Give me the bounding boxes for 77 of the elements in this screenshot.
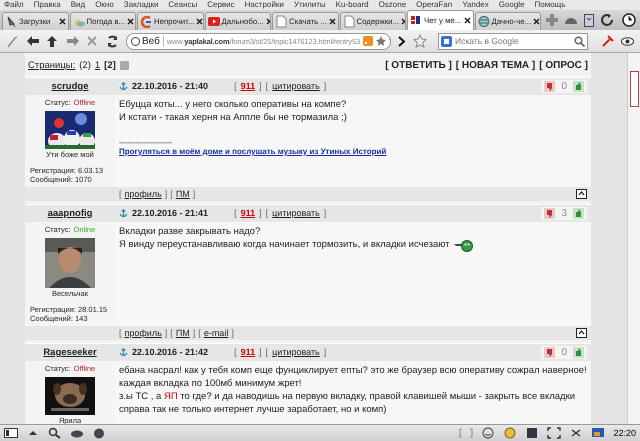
rating-widget: 0 <box>541 346 587 359</box>
post-text: ебана насрал! как у тебя комп еще фунциклирует епты? это же браузер всю оперативу сожрал наверное! <box>119 364 587 377</box>
bracket-text: [ <box>266 81 268 92</box>
bracket-text: ] <box>259 347 262 358</box>
bracket-text: ] <box>324 81 326 92</box>
bracket-text: [ <box>119 328 122 338</box>
menu-item[interactable]: Файл <box>4 0 24 10</box>
bracket-text: [ <box>170 328 173 338</box>
menu-item[interactable]: Окно <box>95 0 114 10</box>
username-link[interactable]: scrudge <box>52 80 88 92</box>
bracket-text: ] <box>324 347 326 358</box>
signature-divider: -------------------- <box>119 138 174 147</box>
menu-item[interactable]: Утилиты <box>294 0 326 10</box>
bracket-text: ] <box>192 328 196 338</box>
post-date: 22.10.2016 - 21:42 <box>132 347 208 358</box>
post-text: Вкладки разве закрывать надо? <box>119 224 260 238</box>
page-link[interactable]: 1 <box>94 60 100 71</box>
post-text: Ебуцца коты... у него сколько оперативы на компе? <box>119 98 346 111</box>
forum-action-link[interactable]: [ ОТВЕТИТЬ ] <box>385 60 452 71</box>
menu-item[interactable]: Закладки <box>124 0 158 10</box>
profile-link[interactable]: ПМ <box>176 189 190 200</box>
bracket-text: ] <box>164 189 168 200</box>
post-number-link[interactable]: 911 <box>240 347 256 358</box>
menu-item[interactable]: Правка <box>34 0 61 10</box>
post-text: справа так не только интернет лучше заработает, но и комп) <box>119 402 386 416</box>
menu-item[interactable]: Сеансы <box>168 0 198 10</box>
profile-link[interactable]: ПМ <box>176 328 190 338</box>
post-date: 22.10.2016 - 21:40 <box>132 81 208 92</box>
menu-item[interactable]: Помощь <box>534 0 566 10</box>
post-text: И кстати - такая херня на Аппле бы не тормазила ;) <box>119 110 347 124</box>
bracket-text: [ <box>234 347 237 358</box>
page-count: (2) <box>79 60 91 71</box>
username-link[interactable]: aaapnofig <box>48 208 92 219</box>
signature-link[interactable]: Прогуляться в моём доме и послушать музыку из Утиных Историй <box>119 146 386 156</box>
bracket-text: ] <box>259 81 262 92</box>
menu-item[interactable]: Настройки <box>244 0 284 10</box>
forum-action-link[interactable]: [ НОВАЯ ТЕМА ] <box>456 60 536 71</box>
profile-link[interactable]: профиль <box>124 189 162 200</box>
bracket-text: [ <box>119 189 122 200</box>
menu-item[interactable]: Вид <box>70 0 86 10</box>
page-link[interactable]: [2] <box>104 60 116 71</box>
bracket-text: ] <box>164 328 168 338</box>
quote-link[interactable]: цитировать <box>272 347 320 358</box>
bracket-text: [ <box>266 347 268 358</box>
menu-item[interactable]: Ku-board <box>336 0 369 10</box>
menu-item[interactable]: Сервис <box>207 0 235 10</box>
pages-link[interactable]: Страницы: <box>28 60 76 71</box>
bracket-text: ] <box>231 328 234 338</box>
menu-item[interactable]: Yandex <box>462 0 489 10</box>
forum-action-link[interactable]: [ ОПРОС ] <box>539 60 588 71</box>
clock-time: 22:20 <box>613 428 636 438</box>
profile-link[interactable]: e-mail <box>204 328 228 338</box>
search-field[interactable]: Искать в Google <box>438 32 588 50</box>
bracket-text: [ <box>234 208 237 218</box>
bracket-text: [ <box>198 328 201 338</box>
menu-item[interactable]: Google <box>498 0 525 10</box>
post-number-link[interactable]: 911 <box>240 208 256 218</box>
post-text: каждая вкладка по 100мб минимум жрет! <box>119 376 302 390</box>
bracket-text: ] <box>324 208 326 218</box>
menu-item[interactable]: Oszone <box>378 0 406 10</box>
rating-widget: 3 <box>541 206 587 220</box>
post-number-link[interactable]: 911 <box>240 81 256 92</box>
post-text: з.ы ТС , а ЯП то где? и да наводишь на первую вкладку, правой клавишей мыши - закрыть все вкладки <box>119 390 576 403</box>
post-text: Я винду переустанавливаю когда начинает тормозить, и вкладки исчезают <box>119 238 450 252</box>
bracket-text: [ <box>234 81 237 92</box>
username-link[interactable]: Rageseeker <box>43 346 97 358</box>
bracket-text: ] <box>259 208 262 218</box>
rating-widget: 0 <box>541 80 587 93</box>
bracket-text: [ <box>170 189 173 200</box>
profile-link[interactable]: профиль <box>124 328 162 338</box>
bracket-text: [ <box>266 208 268 218</box>
post-date: 22.10.2016 - 21:41 <box>132 208 208 218</box>
menu-item[interactable]: OperaFan <box>416 0 452 10</box>
bracket-text: ] <box>192 189 196 200</box>
quote-link[interactable]: цитировать <box>272 81 320 92</box>
web-badge: Веб <box>131 36 164 46</box>
quote-link[interactable]: цитировать <box>272 208 320 218</box>
